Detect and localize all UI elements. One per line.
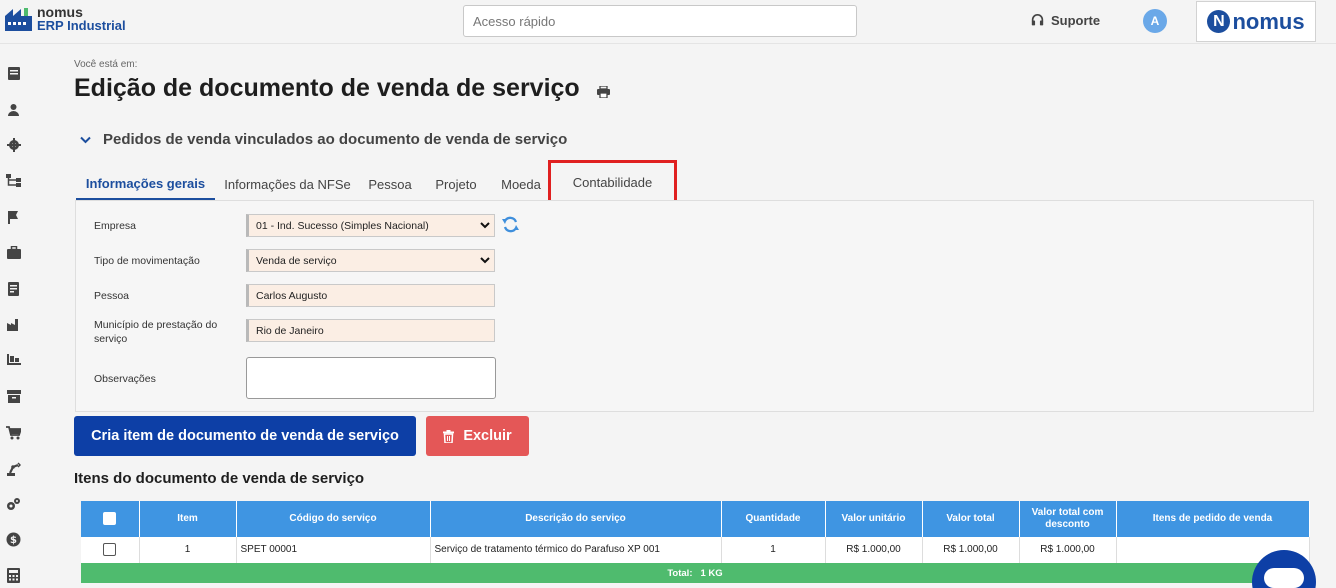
delete-button[interactable]: Excluir xyxy=(426,416,529,456)
gear-icon[interactable] xyxy=(5,136,22,153)
column-header[interactable]: Quantidade xyxy=(721,501,826,537)
tipo-movimentacao-label: Tipo de movimentação xyxy=(94,255,200,267)
general-info-form: Empresa 01 - Ind. Sucesso (Simples Nacio… xyxy=(75,200,1314,412)
cell-codigo: SPET 00001 xyxy=(236,537,431,564)
print-icon[interactable] xyxy=(597,85,610,103)
gears-icon[interactable] xyxy=(5,496,22,513)
breadcrumb: Você está em: xyxy=(74,59,138,70)
cell-valor-total: R$ 1.000,00 xyxy=(922,537,1020,564)
items-section-title: Itens do documento de venda de serviço xyxy=(74,470,365,487)
cell-valor-unitario: R$ 1.000,00 xyxy=(825,537,923,564)
flag-icon[interactable] xyxy=(5,208,22,225)
tab-informacoes-nfse[interactable]: Informações da NFSe xyxy=(224,168,350,200)
chevron-down-icon xyxy=(80,136,91,143)
tab-projeto[interactable]: Projeto xyxy=(430,168,482,200)
table-row[interactable]: 1 SPET 00001 Serviço de tratamento térmi… xyxy=(81,537,1310,564)
cell-descricao: Serviço de tratamento térmico do Parafus… xyxy=(430,537,722,564)
dollar-icon[interactable]: $ xyxy=(5,531,22,548)
tipo-movimentacao-value: Venda de serviço xyxy=(256,254,337,267)
tab-pessoa[interactable]: Pessoa xyxy=(363,168,417,200)
pessoa-field[interactable]: Carlos Augusto xyxy=(246,284,495,307)
delete-label: Excluir xyxy=(463,428,512,444)
invoice-icon[interactable] xyxy=(5,280,22,297)
column-header[interactable]: Valor unitário xyxy=(825,501,923,537)
column-header[interactable]: Valor total xyxy=(922,501,1020,537)
column-header[interactable]: Itens de pedido de venda xyxy=(1116,501,1310,537)
row-checkbox[interactable] xyxy=(103,543,117,557)
chat-bubble-icon xyxy=(1264,568,1304,588)
observacoes-textarea[interactable] xyxy=(246,357,496,399)
tab-contabilidade[interactable]: Contabilidade xyxy=(548,160,677,204)
observacoes-label: Observações xyxy=(94,373,156,385)
brand-letter: N xyxy=(1207,10,1231,33)
chevron-down-icon xyxy=(480,257,490,264)
empresa-value: 01 - Ind. Sucesso (Simples Nacional) xyxy=(256,219,429,232)
side-rail: $ xyxy=(0,44,27,588)
calculator-icon[interactable] xyxy=(5,567,22,584)
brand-logo: N nomus xyxy=(1196,1,1316,42)
avatar[interactable]: A xyxy=(1143,9,1167,33)
section-title: Pedidos de venda vinculados ao documento… xyxy=(103,131,568,148)
app-logo[interactable]: nomus ERP Industrial xyxy=(4,5,126,33)
support-button[interactable]: Suporte xyxy=(1031,13,1100,28)
book-icon[interactable] xyxy=(5,65,22,82)
tipo-movimentacao-select[interactable]: Venda de serviço xyxy=(246,249,495,272)
cart-icon[interactable] xyxy=(5,424,22,441)
robot-arm-icon[interactable] xyxy=(5,460,22,477)
factory-logo-icon xyxy=(4,6,34,32)
total-value: 1 KG xyxy=(700,567,723,579)
select-all-checkbox[interactable] xyxy=(103,512,117,526)
tab-informacoes-gerais[interactable]: Informações gerais xyxy=(76,168,215,201)
pessoa-label: Pessoa xyxy=(94,290,130,302)
municipio-label: Município de prestação do serviço xyxy=(94,319,218,345)
column-header[interactable]: Descrição do serviço xyxy=(430,501,722,537)
top-bar: nomus ERP Industrial Suporte A N nomus xyxy=(0,0,1336,44)
cell-quantidade: 1 xyxy=(721,537,826,564)
support-label: Suporte xyxy=(1051,13,1101,28)
select-all-cell xyxy=(81,501,140,537)
table-header-row: Item Código do serviço Descrição do serv… xyxy=(81,501,1310,537)
hierarchy-icon[interactable] xyxy=(5,172,22,189)
column-header[interactable]: Código do serviço xyxy=(236,501,431,537)
briefcase-icon[interactable] xyxy=(5,244,22,261)
trash-icon xyxy=(443,429,455,443)
factory-icon[interactable] xyxy=(5,316,22,333)
row-select-cell xyxy=(81,537,140,564)
svg-text:$: $ xyxy=(10,535,17,546)
column-header[interactable]: Item xyxy=(139,501,237,537)
total-label: Total: xyxy=(667,567,693,579)
empresa-select[interactable]: 01 - Ind. Sucesso (Simples Nacional) xyxy=(246,214,495,237)
cell-valor-desconto: R$ 1.000,00 xyxy=(1019,537,1117,564)
headset-icon xyxy=(1031,14,1044,26)
municipio-field[interactable]: Rio de Janeiro xyxy=(246,319,495,342)
total-bar: Total: 1 KG xyxy=(81,563,1309,583)
linked-orders-section-toggle[interactable]: Pedidos de venda vinculados ao documento… xyxy=(80,131,567,148)
chevron-down-icon xyxy=(480,222,490,229)
cell-item: 1 xyxy=(139,537,237,564)
brand-name: nomus xyxy=(1232,8,1305,34)
column-header[interactable]: Valor total com desconto xyxy=(1019,501,1117,537)
quick-access-input[interactable] xyxy=(463,5,857,37)
empresa-label: Empresa xyxy=(94,220,137,232)
items-table: Item Código do serviço Descrição do serv… xyxy=(81,501,1310,564)
tab-moeda[interactable]: Moeda xyxy=(495,168,547,200)
archive-icon[interactable] xyxy=(5,388,22,405)
create-item-button[interactable]: Cria item de documento de venda de servi… xyxy=(74,416,416,456)
refresh-icon[interactable] xyxy=(502,216,519,238)
user-icon[interactable] xyxy=(5,101,22,118)
logo-line2: ERP Industrial xyxy=(37,18,126,33)
page-title: Edição de documento de venda de serviço xyxy=(74,74,580,102)
pallet-icon[interactable] xyxy=(5,352,22,369)
